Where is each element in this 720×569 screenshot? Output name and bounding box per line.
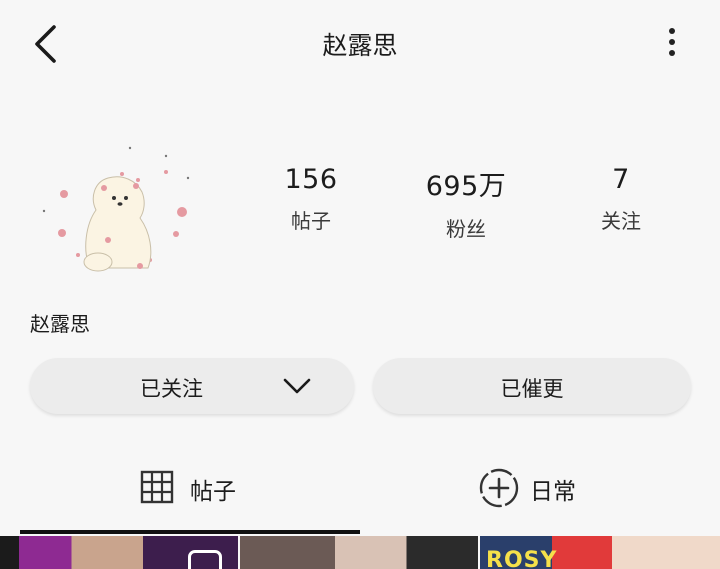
reel-icon	[188, 550, 222, 569]
avatar[interactable]	[38, 140, 200, 280]
urged-button-label: 已催更	[500, 377, 564, 401]
following-button[interactable]: 已关注	[30, 358, 354, 414]
stat-posts-value: 156	[284, 164, 338, 195]
stat-following-value: 7	[612, 164, 630, 195]
tab-posts-label: 帖子	[190, 479, 236, 505]
post-thumbnail[interactable]: ROSY	[480, 536, 720, 569]
avatar-illustration	[42, 146, 190, 272]
more-dot-icon	[669, 28, 675, 34]
tab-daily-label: 日常	[530, 479, 576, 505]
following-button-label: 已关注	[140, 377, 203, 401]
chevron-down-icon	[283, 378, 311, 394]
stat-following-label: 关注	[601, 209, 641, 233]
urged-button[interactable]: 已催更	[373, 358, 691, 414]
post-thumbnail[interactable]	[0, 536, 238, 569]
add-circle-icon	[479, 468, 519, 508]
more-options-button[interactable]	[650, 20, 694, 68]
stat-posts[interactable]: 156 帖子	[241, 164, 381, 234]
grid-icon	[140, 470, 174, 504]
page-title: 赵露思	[322, 31, 398, 60]
stat-followers-value: 695万	[425, 171, 507, 202]
stat-posts-label: 帖子	[291, 209, 331, 233]
tab-daily[interactable]: 日常	[478, 464, 598, 510]
stat-following[interactable]: 7 关注	[551, 164, 691, 234]
tab-posts[interactable]: 帖子	[140, 464, 260, 510]
profile-name: 赵露思	[30, 312, 90, 336]
active-tab-indicator	[20, 530, 360, 534]
post-thumbnail[interactable]	[240, 536, 478, 569]
profile-screen: 赵露思 156 帖子 695万 粉丝 7 关注 赵露思 已关注 已催更 帖子 日…	[0, 0, 720, 569]
more-dot-icon	[669, 39, 675, 45]
top-bar: 赵露思	[0, 0, 720, 86]
stat-followers-label: 粉丝	[446, 217, 486, 241]
thumbnail-text: ROSY	[486, 548, 558, 569]
stat-followers[interactable]: 695万 粉丝	[396, 164, 536, 242]
more-dot-icon	[669, 50, 675, 56]
